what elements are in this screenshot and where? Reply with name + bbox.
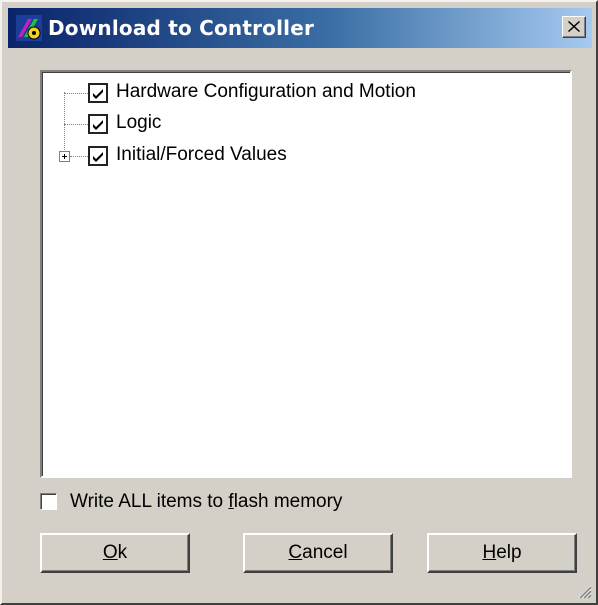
help-label: elp bbox=[496, 542, 522, 563]
controller-app-icon bbox=[16, 15, 42, 41]
ok-mnemonic: O bbox=[102, 542, 118, 563]
plus-expander-icon[interactable] bbox=[59, 151, 70, 162]
tree-item-label: Hardware Configuration and Motion bbox=[116, 81, 416, 102]
hardware-checkbox[interactable] bbox=[88, 83, 108, 103]
flash-memory-checkbox[interactable] bbox=[40, 493, 57, 510]
cancel-mnemonic: C bbox=[288, 542, 303, 563]
download-items-tree[interactable]: Hardware Configuration and Motion Logic … bbox=[40, 70, 572, 478]
cancel-button[interactable]: Cancel bbox=[243, 533, 393, 573]
tree-connector-line bbox=[64, 93, 88, 94]
window-title: Download to Controller bbox=[48, 16, 315, 40]
initial-forced-checkbox[interactable] bbox=[88, 146, 108, 166]
flash-memory-label: Write ALL items to flash memory bbox=[70, 490, 342, 514]
tree-connector-line bbox=[64, 124, 88, 125]
ok-label: k bbox=[117, 542, 128, 563]
ok-button[interactable]: Ok bbox=[40, 533, 190, 573]
close-button[interactable] bbox=[562, 16, 586, 38]
checkmark-icon bbox=[93, 120, 103, 130]
title-bar[interactable]: Download to Controller bbox=[8, 8, 592, 48]
help-button[interactable]: Help bbox=[427, 533, 577, 573]
flash-label-text: Write ALL items to bbox=[70, 491, 229, 512]
close-icon bbox=[568, 21, 580, 32]
checkmark-icon bbox=[93, 89, 103, 99]
cancel-label: ancel bbox=[302, 542, 348, 563]
checkmark-icon bbox=[93, 152, 103, 162]
logic-checkbox[interactable] bbox=[88, 114, 108, 134]
tree-item-label: Initial/Forced Values bbox=[116, 144, 287, 165]
resize-grip-icon[interactable] bbox=[576, 583, 592, 599]
tree-item-label: Logic bbox=[116, 112, 162, 133]
download-dialog: Download to Controller Hardware Configur… bbox=[0, 0, 598, 605]
flash-label-text-end: lash memory bbox=[233, 491, 343, 512]
help-mnemonic: H bbox=[482, 542, 497, 563]
tree-connector-line bbox=[70, 156, 88, 157]
